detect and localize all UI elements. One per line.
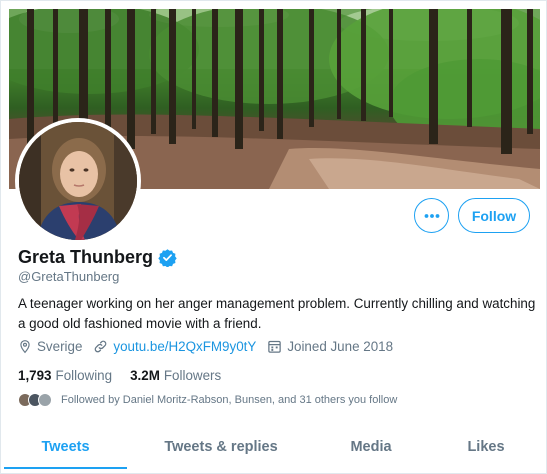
- followers-stat[interactable]: 3.2M Followers: [130, 368, 221, 383]
- followers-label: Followers: [163, 368, 222, 383]
- following-label: Following: [55, 368, 113, 383]
- location-pin-icon: [20, 340, 30, 354]
- followers-count: 3.2M: [130, 368, 160, 383]
- following-count: 1,793: [18, 368, 52, 383]
- avatar[interactable]: [15, 118, 141, 244]
- follow-button[interactable]: Follow: [458, 198, 530, 233]
- location-text: Sverige: [37, 339, 83, 354]
- active-tab-indicator: [4, 467, 127, 469]
- tab-tweets-replies[interactable]: Tweets & replies: [151, 425, 291, 469]
- profile-stats: 1,793 Following 3.2M Followers: [18, 368, 239, 383]
- follower-avatar: [38, 393, 52, 407]
- calendar-icon: [268, 340, 282, 353]
- joined-item: Joined June 2018: [267, 339, 393, 354]
- followed-by-text: Followed by Daniel Moritz-Rabson, Bunsen…: [61, 394, 398, 406]
- tab-media[interactable]: Media: [321, 425, 421, 469]
- more-options-button[interactable]: [414, 198, 449, 233]
- website-link[interactable]: youtu.be/H2QxFM9y0tY: [113, 339, 256, 354]
- follower-avatars: [18, 393, 52, 407]
- profile-name: Greta Thunberg: [18, 247, 154, 267]
- verified-badge-icon: [158, 248, 177, 267]
- followed-by[interactable]: Followed by Daniel Moritz-Rabson, Bunsen…: [18, 393, 397, 407]
- tab-likes[interactable]: Likes: [441, 425, 531, 469]
- profile-meta: Sverige youtu.be/H2QxFM9y0tY Joined June…: [18, 339, 404, 354]
- profile-name-row: Greta Thunberg: [18, 247, 177, 268]
- link-icon: [95, 340, 107, 353]
- joined-text: Joined June 2018: [287, 339, 394, 354]
- avatar-photo: [19, 122, 137, 240]
- website-item[interactable]: youtu.be/H2QxFM9y0tY: [93, 339, 256, 354]
- tab-tweets[interactable]: Tweets: [4, 425, 127, 469]
- profile-handle: @GretaThunberg: [18, 269, 120, 284]
- profile-bio: A teenager working on her anger manageme…: [18, 296, 536, 331]
- profile-card: Follow Greta Thunberg @GretaThunberg A t…: [0, 0, 547, 474]
- more-dots-icon: [424, 213, 439, 218]
- following-stat[interactable]: 1,793 Following: [18, 368, 112, 383]
- location-item: Sverige: [18, 339, 82, 354]
